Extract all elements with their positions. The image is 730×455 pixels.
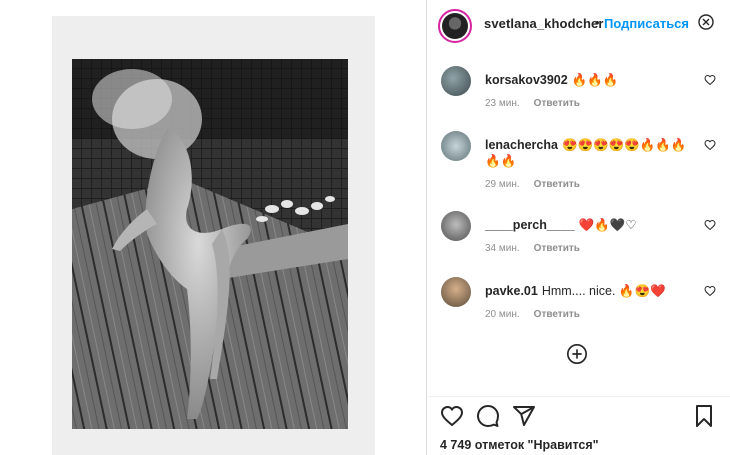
reply-button[interactable]: Ответить <box>534 309 580 320</box>
comment-time: 34 мин. <box>485 243 520 254</box>
comment-meta: 29 мин. Ответить <box>485 179 580 190</box>
commenter-username[interactable]: ____perch____ <box>485 218 575 232</box>
post-header: svetlana_khodcher • Подписаться <box>428 0 730 50</box>
post-actions-bar <box>428 396 730 436</box>
more-options-icon[interactable] <box>698 14 714 30</box>
commenter-username[interactable]: pavke.01 <box>485 284 538 298</box>
comment-meta: 23 мин. Ответить <box>485 98 580 109</box>
heart-outline-icon[interactable] <box>704 219 716 231</box>
comment-meta: 34 мин. Ответить <box>485 243 580 254</box>
separator-dot: • <box>595 15 600 30</box>
post-media[interactable] <box>0 0 427 455</box>
commenter-avatar[interactable] <box>441 277 471 307</box>
heart-outline-icon[interactable] <box>440 404 464 428</box>
bookmark-icon[interactable] <box>692 404 716 428</box>
author-avatar[interactable] <box>438 9 472 43</box>
comment-body: Hmm.... nice. 🔥😍❤️ <box>541 284 666 298</box>
author-username[interactable]: svetlana_khodcher <box>484 16 603 31</box>
heart-outline-icon[interactable] <box>704 139 716 151</box>
comment-meta: 20 мин. Ответить <box>485 309 580 320</box>
comment-text: pavke.01 Hmm.... nice. 🔥😍❤️ <box>485 283 695 299</box>
commenter-avatar[interactable] <box>441 131 471 161</box>
comment-text: lenachercha 😍😍😍😍😍🔥🔥🔥🔥🔥 <box>485 137 695 169</box>
commenter-username[interactable]: korsakov3902 <box>485 73 568 87</box>
heart-outline-icon[interactable] <box>704 285 716 297</box>
commenter-avatar[interactable] <box>441 211 471 241</box>
comment-text: ____perch____ ❤️🔥🖤♡ <box>485 217 695 233</box>
comment-text: korsakov3902 🔥🔥🔥 <box>485 72 695 88</box>
comment-body: ❤️🔥🖤♡ <box>578 218 637 232</box>
comment-time: 20 мин. <box>485 309 520 320</box>
reply-button[interactable]: Ответить <box>534 243 580 254</box>
plus-circle-icon[interactable] <box>566 343 588 365</box>
heart-outline-icon[interactable] <box>704 74 716 86</box>
comment-body: 🔥🔥🔥 <box>571 73 619 87</box>
post-side-panel: svetlana_khodcher • Подписаться korsakov… <box>428 0 730 455</box>
reply-button[interactable]: Ответить <box>534 179 580 190</box>
speech-bubble-icon[interactable] <box>476 404 500 428</box>
commenter-avatar[interactable] <box>441 66 471 96</box>
photo-print-frame <box>52 16 375 455</box>
post-photo[interactable] <box>72 59 348 429</box>
follow-button[interactable]: Подписаться <box>604 16 689 31</box>
photo-image <box>72 59 348 429</box>
reply-button[interactable]: Ответить <box>534 98 580 109</box>
comment-time: 23 мин. <box>485 98 520 109</box>
comment-time: 29 мин. <box>485 179 520 190</box>
paper-plane-icon[interactable] <box>512 404 536 428</box>
likes-count[interactable]: 4 749 отметок "Нравится" <box>440 438 599 452</box>
commenter-username[interactable]: lenachercha <box>485 138 558 152</box>
